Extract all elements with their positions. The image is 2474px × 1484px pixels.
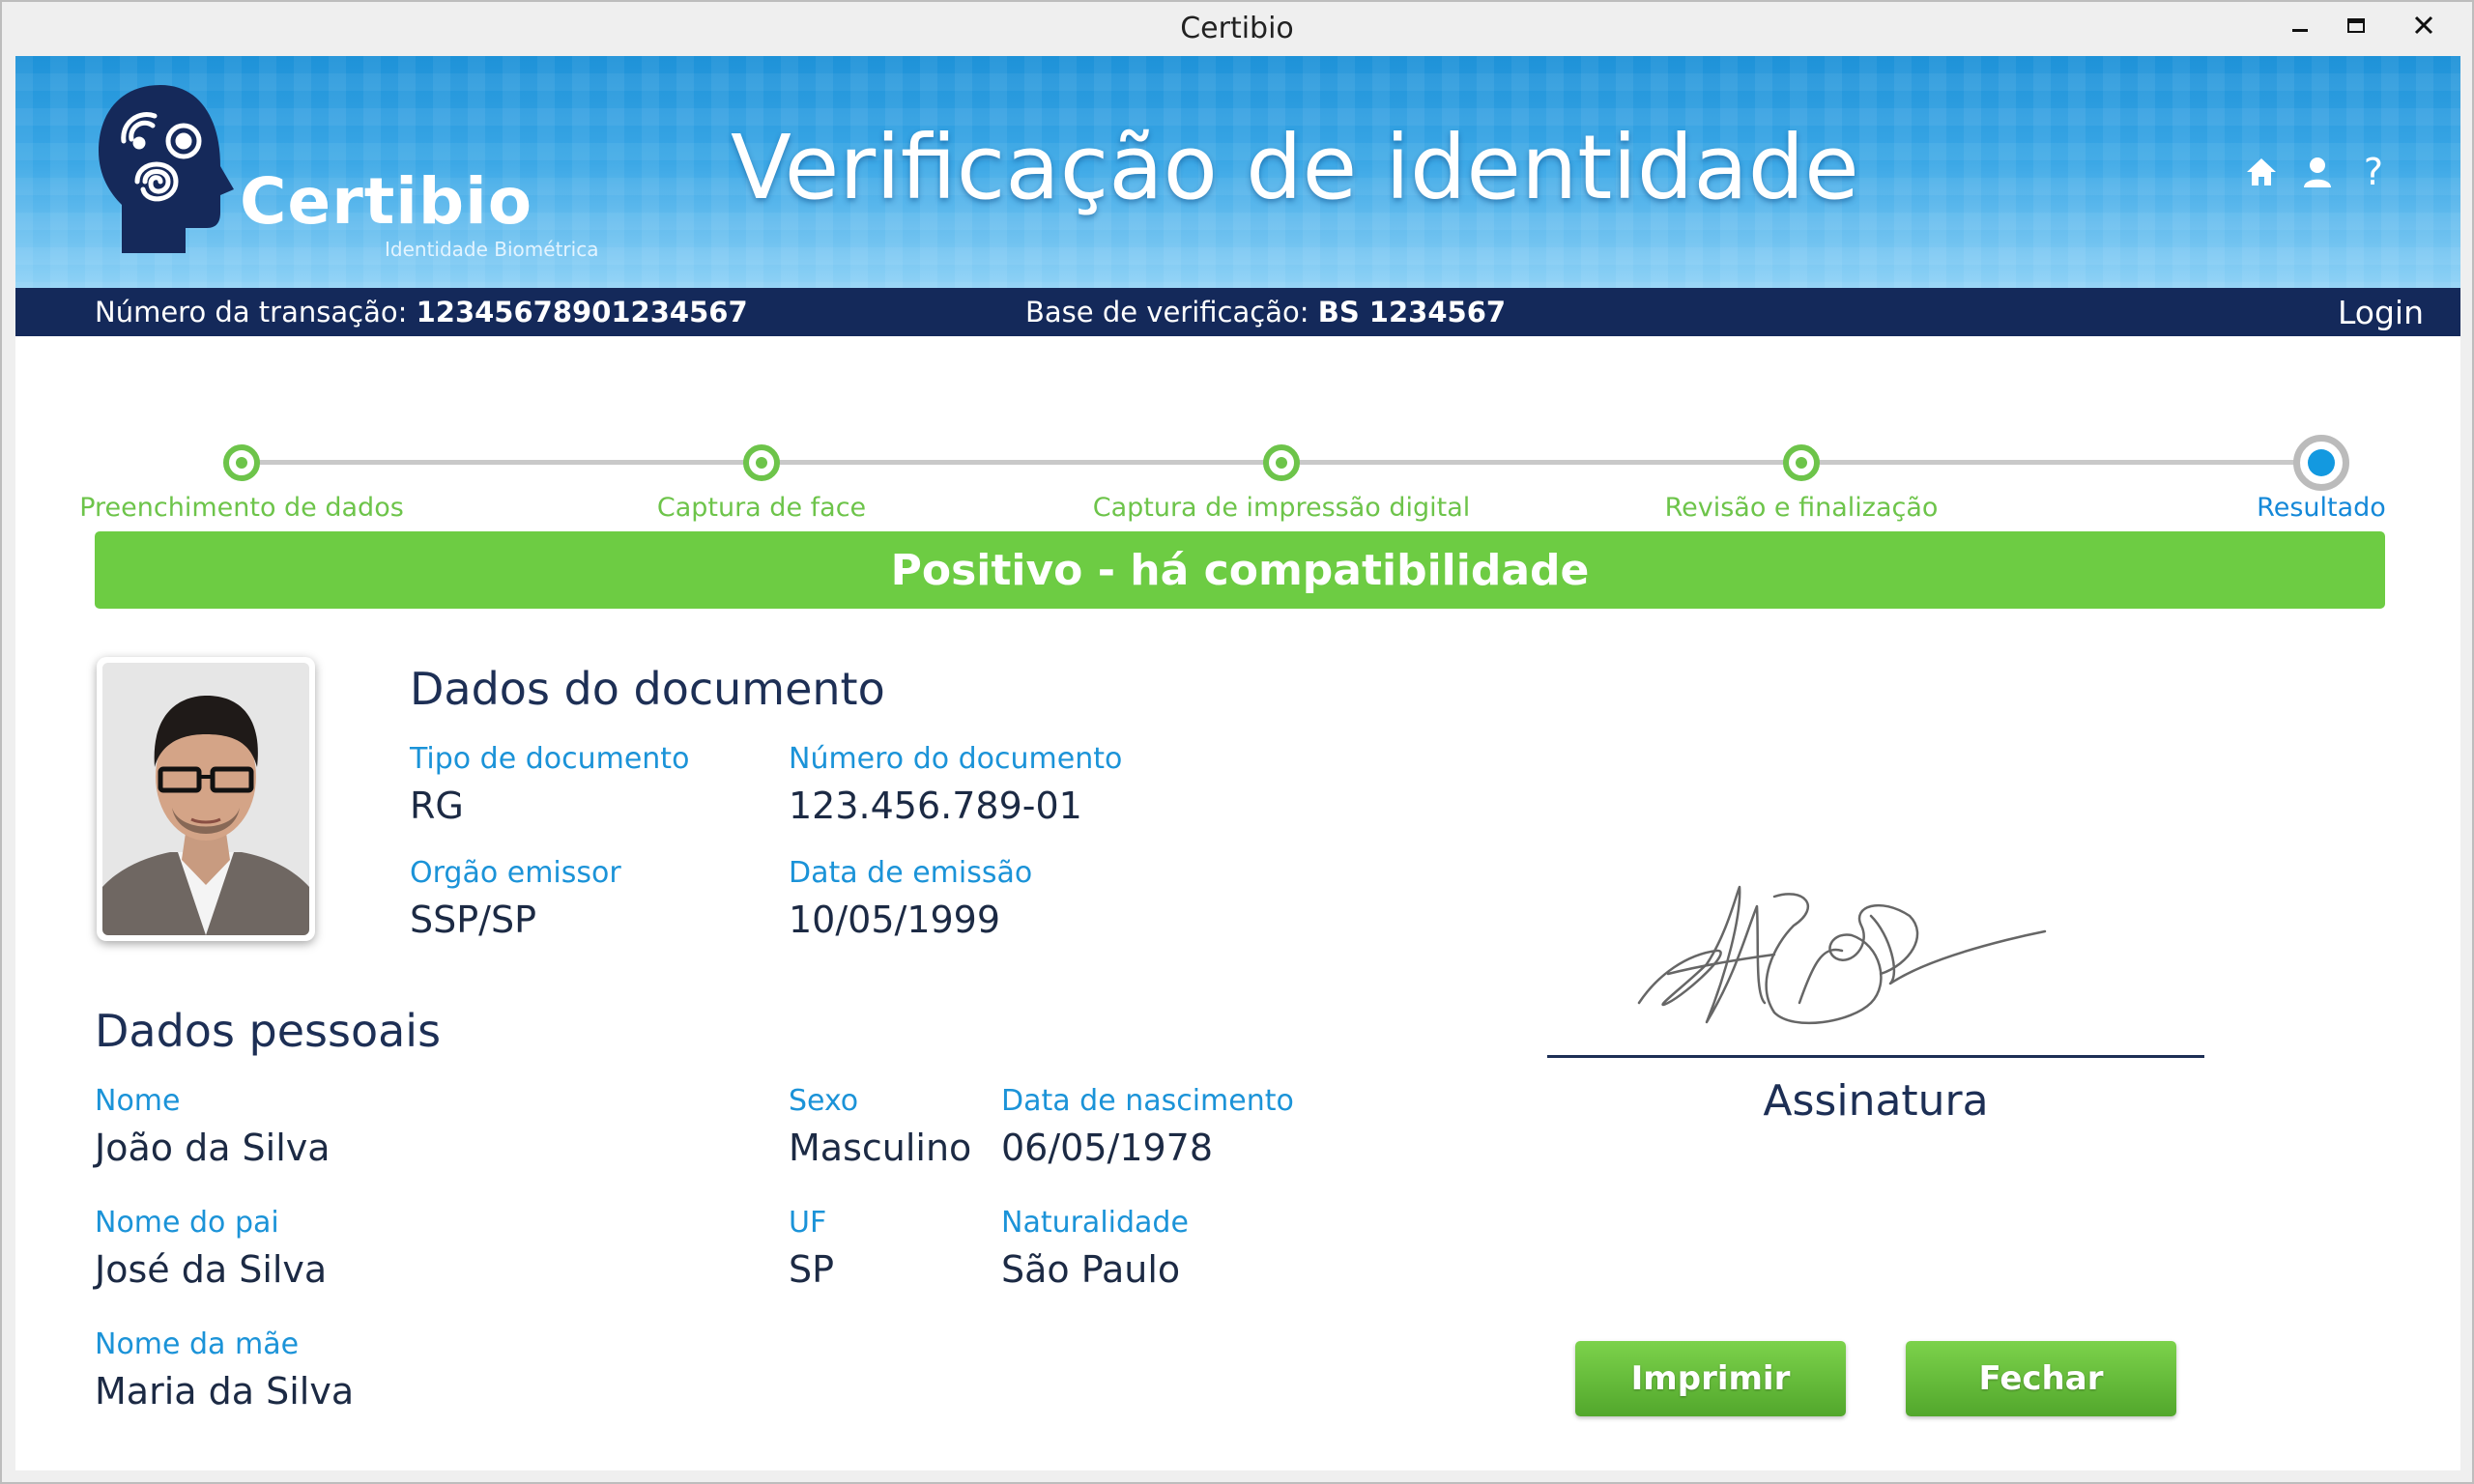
birthplace-label: Naturalidade: [1001, 1206, 1189, 1240]
state-value: SP: [789, 1248, 835, 1291]
state-label: UF: [789, 1206, 827, 1240]
minimize-button[interactable]: [2273, 2, 2327, 48]
name-value: João da Silva: [95, 1127, 331, 1169]
home-icon: [2247, 158, 2276, 186]
step-1-label[interactable]: Preenchimento de dados: [79, 493, 404, 523]
mother-name-value: Maria da Silva: [95, 1370, 355, 1413]
step-1-marker: [223, 444, 260, 481]
transaction-info: Número da transação: 12345678901234567: [95, 296, 748, 328]
step-5-marker: [2293, 435, 2349, 491]
user-icon: [2304, 157, 2331, 187]
progress-stepper: Preenchimento de dados Captura de face C…: [15, 385, 2460, 523]
brand-name: Certibio: [240, 164, 533, 239]
document-type-value: RG: [410, 785, 464, 827]
info-bar: Número da transação: 12345678901234567 B…: [15, 288, 2460, 336]
minimize-icon: [2292, 28, 2308, 32]
sex-label: Sexo: [789, 1084, 859, 1118]
face-photo: [97, 657, 315, 941]
birth-date-label: Data de nascimento: [1001, 1084, 1294, 1118]
document-section-title: Dados do documento: [410, 663, 885, 715]
signature-line: [1547, 1055, 2204, 1058]
page-title: Verificação de identidade: [731, 116, 1859, 219]
title-bar: Certibio: [2, 2, 2472, 56]
step-4-label[interactable]: Revisão e finalização: [1665, 493, 1939, 523]
help-icon: ?: [2363, 151, 2384, 193]
issuer-value: SSP/SP: [410, 899, 536, 941]
verification-base-label: Base de verificação:: [1025, 296, 1309, 328]
signature-image: [1637, 885, 2047, 1025]
step-4-marker: [1783, 444, 1820, 481]
help-button[interactable]: ?: [2354, 151, 2393, 193]
father-name-label: Nome do pai: [95, 1206, 279, 1240]
document-number-value: 123.456.789-01: [789, 785, 1082, 827]
close-button[interactable]: Fechar: [1906, 1341, 2176, 1416]
signature-label: Assinatura: [1763, 1076, 1989, 1126]
mother-name-label: Nome da mãe: [95, 1327, 300, 1361]
step-3-marker: [1263, 444, 1300, 481]
document-number-label: Número do documento: [789, 742, 1123, 776]
brand-tagline: Identidade Biométrica: [385, 238, 599, 261]
header-banner: Certibio Identidade Biométrica Verificaç…: [15, 56, 2460, 288]
home-button[interactable]: [2242, 153, 2281, 191]
print-button[interactable]: Imprimir: [1575, 1341, 1846, 1416]
transaction-number: 12345678901234567: [416, 296, 748, 328]
issue-date-label: Data de emissão: [789, 856, 1033, 890]
window-title: Certibio: [1180, 12, 1294, 45]
verification-base-info: Base de verificação: BS 1234567: [1025, 296, 1506, 328]
app-content: Certibio Identidade Biométrica Verificaç…: [15, 56, 2460, 1470]
certibio-logo-icon: [99, 85, 234, 253]
maximize-icon: [2347, 17, 2365, 33]
close-icon: [2414, 15, 2433, 35]
step-2-label[interactable]: Captura de face: [657, 493, 866, 523]
birth-date-value: 06/05/1978: [1001, 1127, 1214, 1169]
step-5-label[interactable]: Resultado: [2257, 493, 2386, 523]
document-type-label: Tipo de documento: [410, 742, 690, 776]
father-name-value: José da Silva: [95, 1248, 328, 1291]
issuer-label: Orgão emissor: [410, 856, 621, 890]
close-window-button[interactable]: [2389, 2, 2459, 48]
app-window: Certibio Certibio Identidade Biométrica …: [0, 0, 2474, 1484]
issue-date-value: 10/05/1999: [789, 899, 1001, 941]
login-link[interactable]: Login: [2338, 294, 2424, 331]
result-banner: Positivo - há compatibilidade: [95, 531, 2385, 609]
face-photo-image: [102, 663, 309, 935]
user-button[interactable]: [2298, 153, 2337, 191]
personal-section-title: Dados pessoais: [95, 1005, 442, 1057]
step-3-label[interactable]: Captura de impressão digital: [1093, 493, 1471, 523]
maximize-button[interactable]: [2329, 2, 2383, 48]
birthplace-value: São Paulo: [1001, 1248, 1181, 1291]
transaction-label: Número da transação:: [95, 296, 408, 328]
name-label: Nome: [95, 1084, 181, 1118]
sex-value: Masculino: [789, 1127, 972, 1169]
step-2-marker: [743, 444, 780, 481]
verification-base-value: BS 1234567: [1317, 296, 1507, 328]
